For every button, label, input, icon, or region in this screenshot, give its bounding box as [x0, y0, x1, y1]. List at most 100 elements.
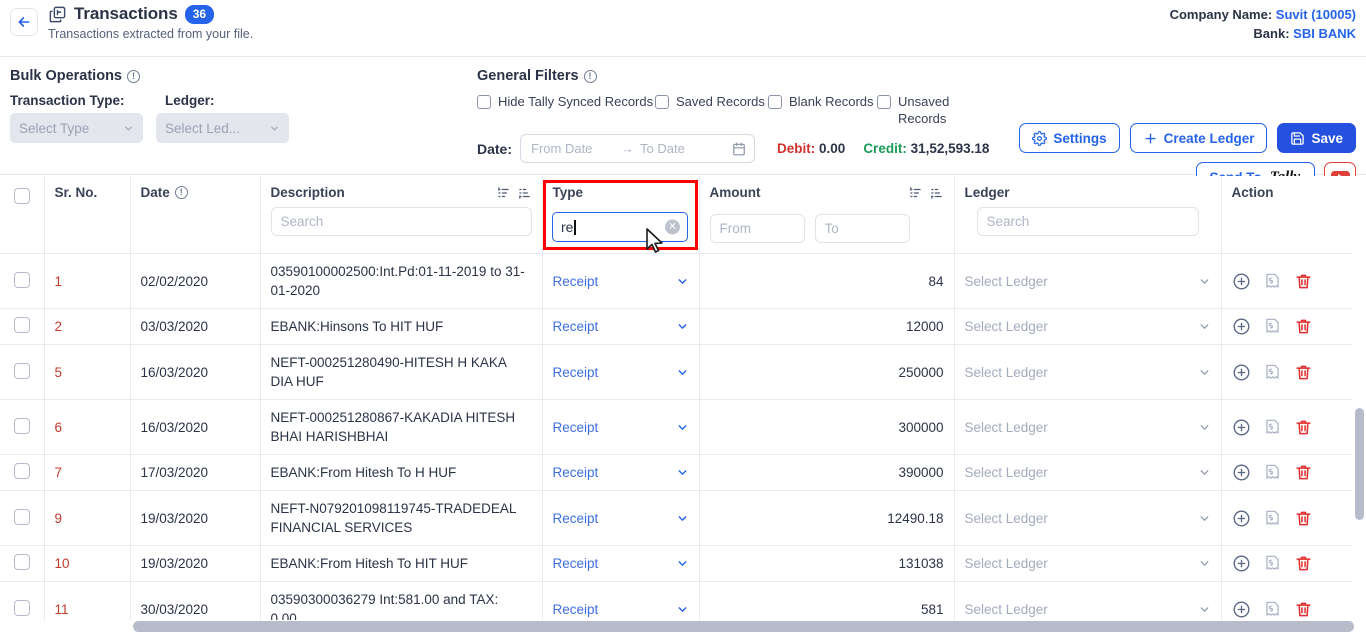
- checkbox[interactable]: [655, 95, 669, 109]
- ledger-cell[interactable]: Select Ledger: [954, 253, 1222, 309]
- row-checkbox[interactable]: [13, 508, 30, 525]
- filter-hide-tally-synced[interactable]: Hide Tally Synced Records: [477, 93, 655, 127]
- voucher-icon[interactable]: [1263, 418, 1282, 437]
- ledger-cell[interactable]: Select Ledger: [954, 454, 1222, 491]
- vertical-scrollbar-thumb[interactable]: [1355, 408, 1364, 520]
- clear-icon[interactable]: ✕: [665, 219, 680, 235]
- add-circle-icon[interactable]: [1232, 509, 1251, 528]
- bulk-ledger-select[interactable]: Select Led...: [156, 113, 289, 143]
- chevron-down-icon: [678, 606, 686, 612]
- create-ledger-button[interactable]: Create Ledger: [1129, 123, 1268, 153]
- type-search-input[interactable]: re ✕: [552, 212, 688, 242]
- delete-icon[interactable]: [1294, 272, 1313, 291]
- row-checkbox[interactable]: [13, 362, 30, 379]
- info-icon[interactable]: !: [583, 69, 597, 83]
- date-range-picker[interactable]: →: [520, 134, 756, 163]
- info-icon[interactable]: !: [127, 69, 140, 83]
- ledger-value: Select Ledger: [964, 273, 1048, 289]
- checkbox[interactable]: [877, 95, 891, 109]
- description-cell: NEFT-000251280490-HITESH H KAKA DIA HUF: [260, 344, 543, 400]
- checkbox[interactable]: [768, 95, 782, 109]
- delete-icon[interactable]: [1294, 363, 1313, 382]
- delete-icon[interactable]: [1294, 463, 1313, 482]
- voucher-icon[interactable]: [1263, 463, 1282, 482]
- voucher-icon[interactable]: [1263, 554, 1282, 573]
- row-checkbox[interactable]: [13, 554, 30, 570]
- sort-descending-icon[interactable]: [517, 186, 532, 200]
- sort-descending-icon[interactable]: [929, 186, 944, 200]
- save-button[interactable]: Save: [1277, 123, 1356, 153]
- ledger-cell[interactable]: Select Ledger: [954, 399, 1222, 455]
- transactions-table-container[interactable]: Sr. No. Date ! Description Search Type A…: [0, 176, 1366, 633]
- type-value: Receipt: [552, 319, 599, 334]
- voucher-icon[interactable]: [1263, 272, 1282, 291]
- type-cell[interactable]: Receipt: [542, 545, 700, 582]
- ledger-cell[interactable]: Select Ledger: [954, 545, 1222, 582]
- sr-no-value: 7: [54, 465, 63, 480]
- table-row: 9 19/03/2020 NEFT-N079201098119745-TRADEDE…: [0, 490, 1352, 546]
- filter-blank-records[interactable]: Blank Records: [768, 93, 877, 127]
- settings-button[interactable]: Settings: [1019, 123, 1120, 153]
- filter-saved-records[interactable]: Saved Records: [655, 93, 768, 127]
- delete-icon[interactable]: [1294, 600, 1313, 619]
- to-date-input[interactable]: [638, 140, 727, 157]
- select-all-checkbox[interactable]: [13, 188, 30, 204]
- voucher-icon[interactable]: [1263, 363, 1282, 382]
- info-icon[interactable]: !: [174, 186, 188, 199]
- row-checkbox[interactable]: [13, 417, 30, 434]
- sort-ascending-icon[interactable]: [908, 186, 923, 200]
- description-search-input[interactable]: [270, 207, 532, 236]
- calendar-icon[interactable]: [732, 142, 746, 156]
- voucher-icon[interactable]: [1263, 317, 1282, 336]
- horizontal-scrollbar-track[interactable]: [0, 620, 1354, 633]
- voucher-icon[interactable]: [1263, 600, 1282, 619]
- add-circle-icon[interactable]: [1232, 600, 1251, 619]
- chevron-down-icon: [1200, 606, 1208, 612]
- ledger-cell[interactable]: Select Ledger: [954, 490, 1222, 546]
- amount-from-input[interactable]: [709, 214, 805, 243]
- amount-cell: 300000: [699, 399, 955, 455]
- type-cell[interactable]: Receipt: [542, 399, 700, 455]
- sr-no-cell: 1: [44, 253, 131, 309]
- add-circle-icon[interactable]: [1232, 554, 1251, 573]
- bulk-ledger-value: Select Led...: [165, 120, 241, 136]
- action-cell: [1221, 308, 1352, 345]
- delete-icon[interactable]: [1294, 509, 1313, 528]
- type-cell[interactable]: Receipt: [542, 490, 700, 546]
- row-checkbox[interactable]: [13, 463, 30, 479]
- sort-ascending-icon[interactable]: [496, 186, 511, 200]
- checkbox[interactable]: [477, 95, 491, 109]
- from-date-input[interactable]: [529, 140, 618, 157]
- type-cell[interactable]: Receipt: [542, 253, 700, 309]
- delete-icon[interactable]: [1294, 554, 1313, 573]
- delete-icon[interactable]: [1294, 317, 1313, 336]
- add-circle-icon[interactable]: [1232, 363, 1251, 382]
- ledger-cell[interactable]: Select Ledger: [954, 344, 1222, 400]
- ledger-value: Select Ledger: [964, 319, 1048, 334]
- filter-unsaved-records[interactable]: Unsaved Records: [877, 93, 987, 127]
- add-circle-icon[interactable]: [1232, 463, 1251, 482]
- type-cell[interactable]: Receipt: [542, 308, 700, 345]
- add-circle-icon[interactable]: [1232, 272, 1251, 291]
- row-checkbox[interactable]: [13, 317, 30, 333]
- description-cell: NEFT-N079201098119745-TRADEDEAL FINANCIA…: [260, 490, 543, 546]
- row-checkbox[interactable]: [13, 271, 30, 288]
- row-checkbox[interactable]: [13, 599, 30, 616]
- ledger-search-input[interactable]: [976, 207, 1199, 236]
- voucher-icon[interactable]: [1263, 509, 1282, 528]
- delete-icon[interactable]: [1294, 418, 1313, 437]
- add-circle-icon[interactable]: [1232, 317, 1251, 336]
- amount-to-input[interactable]: [814, 214, 910, 243]
- ledger-cell[interactable]: Select Ledger: [954, 308, 1222, 345]
- sr-no-value: 5: [54, 364, 63, 380]
- add-circle-icon[interactable]: [1232, 418, 1251, 437]
- chevron-down-icon: [678, 324, 686, 329]
- type-cell[interactable]: Receipt: [542, 454, 700, 491]
- back-button[interactable]: [10, 8, 38, 36]
- credit-total: Credit: 31,52,593.18: [863, 141, 989, 156]
- credit-label: Credit:: [863, 141, 907, 156]
- horizontal-scrollbar-thumb[interactable]: [133, 621, 1354, 632]
- row-select-cell: [0, 308, 45, 345]
- bulk-transaction-type-select[interactable]: Select Type: [10, 113, 143, 143]
- type-cell[interactable]: Receipt: [542, 344, 700, 400]
